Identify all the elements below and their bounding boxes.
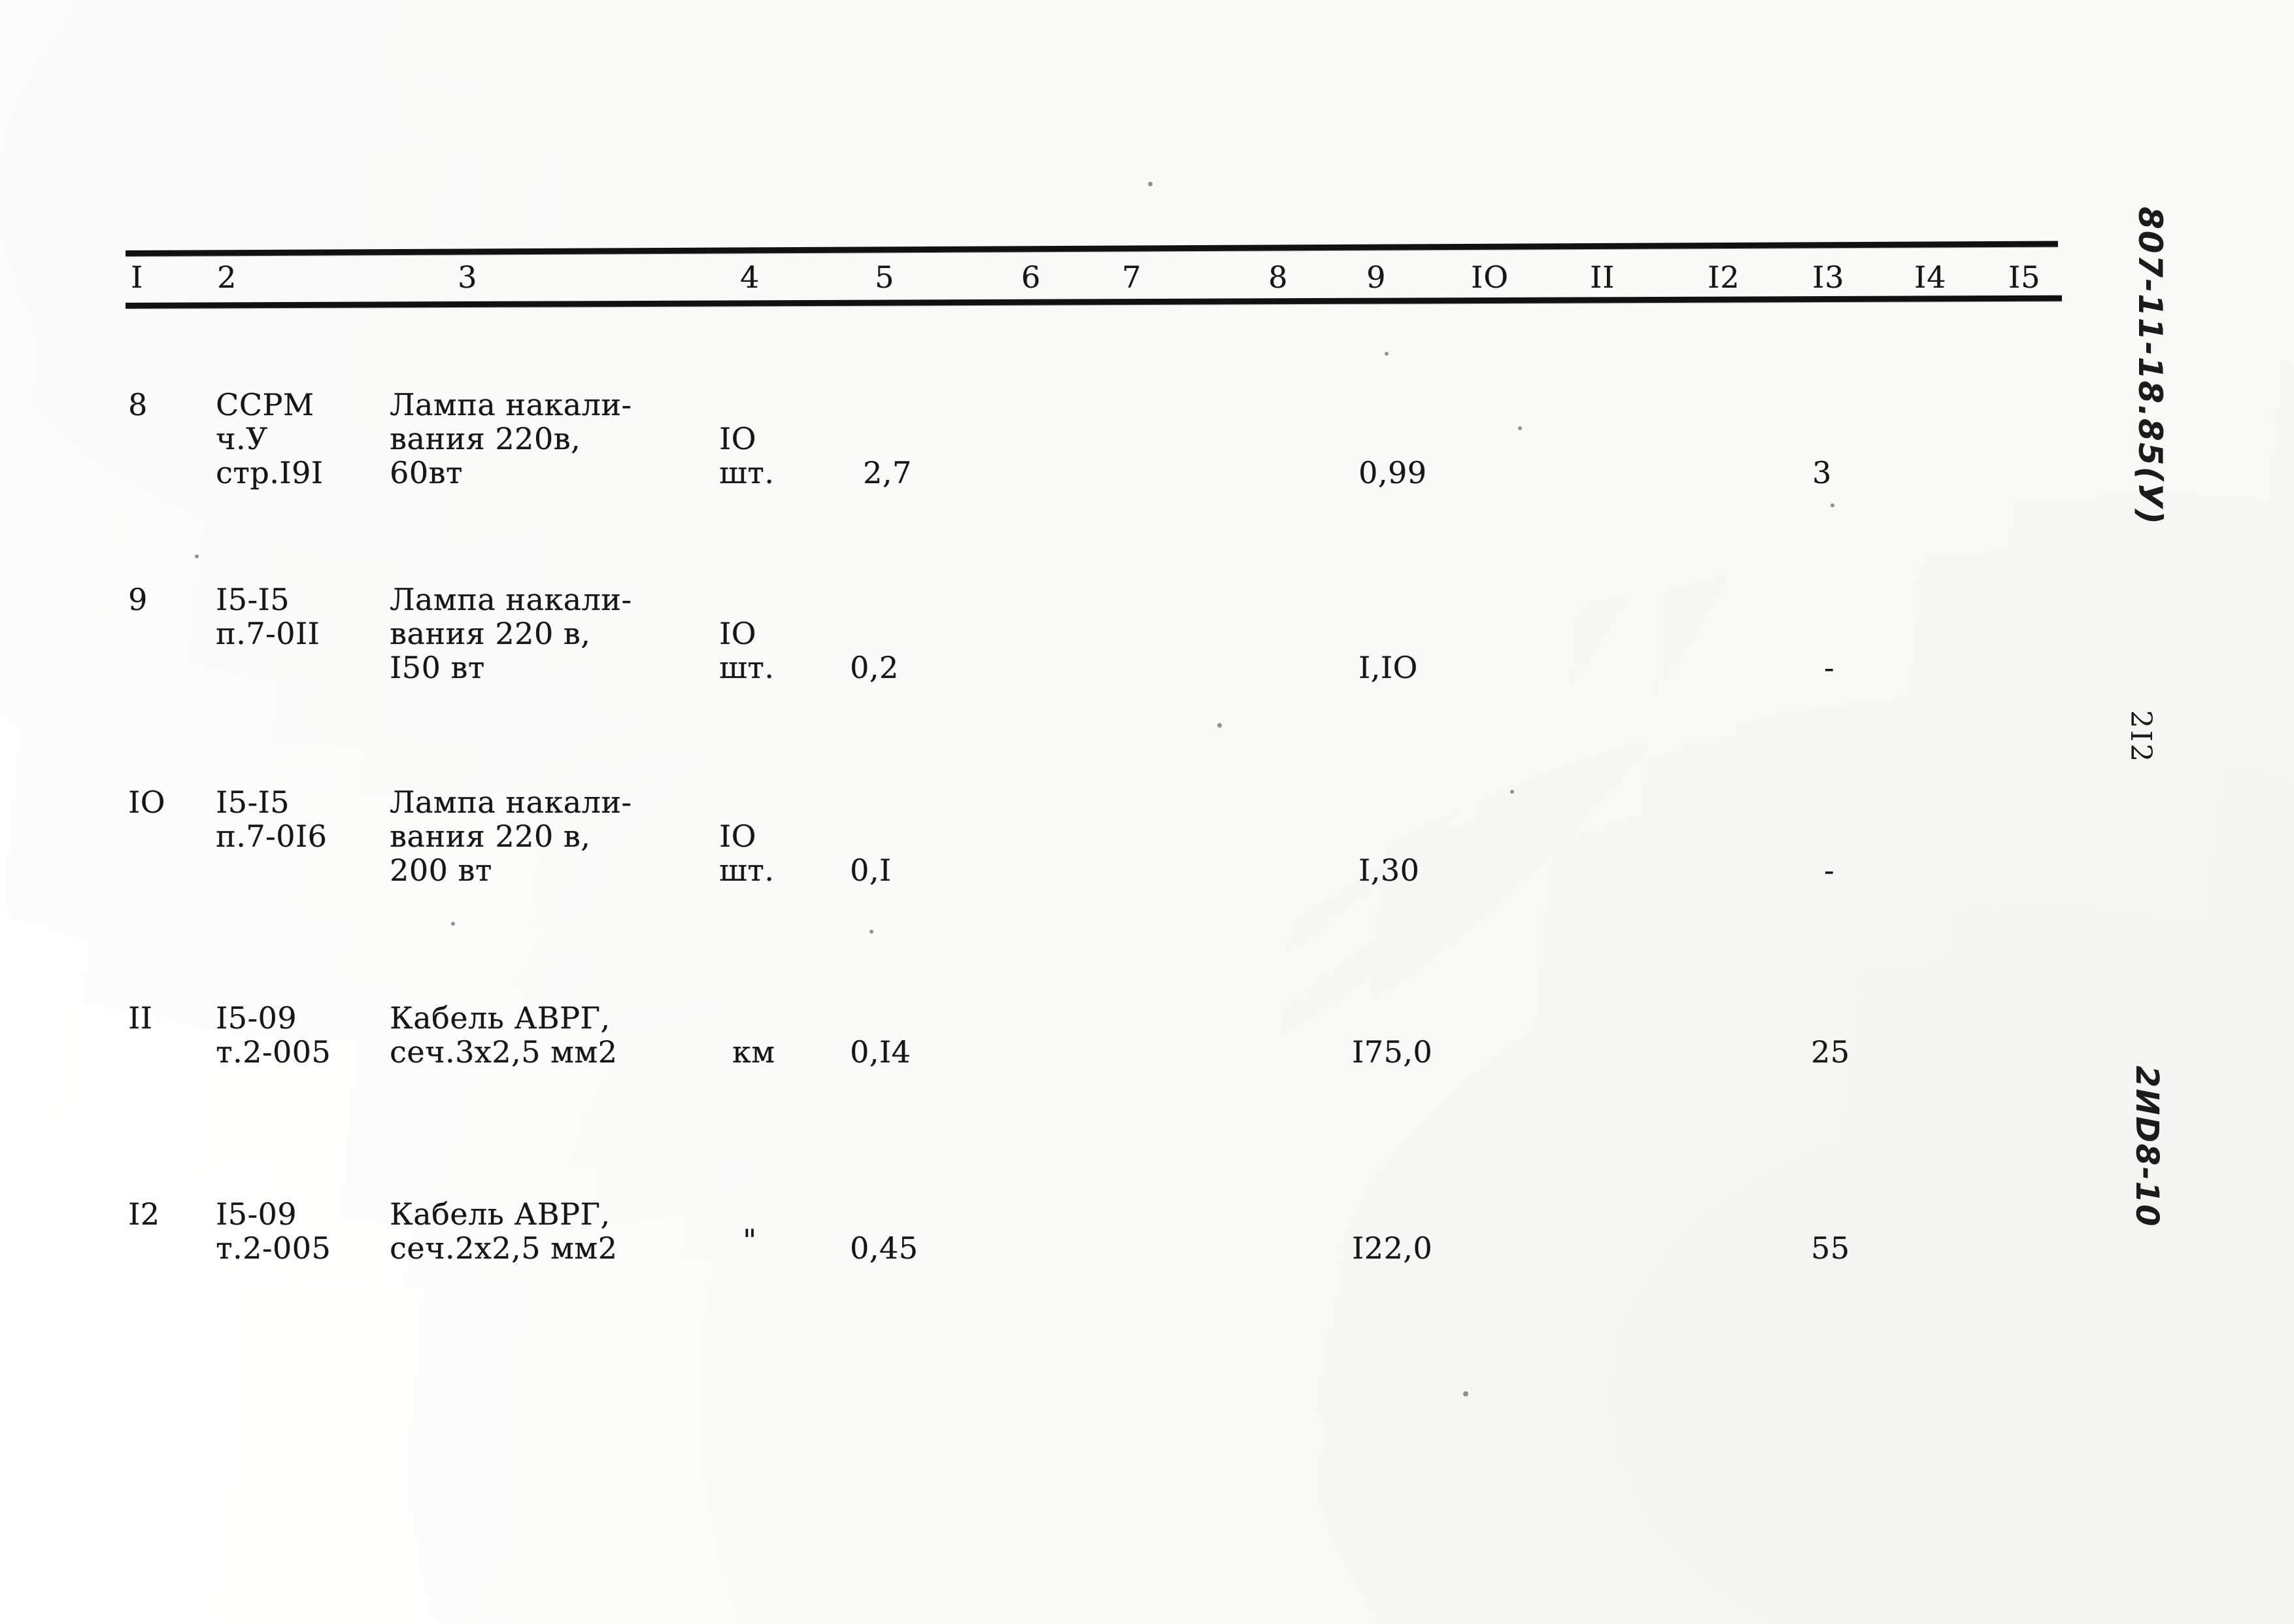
- row-col13: -: [1824, 853, 1835, 888]
- row-col13: -: [1824, 650, 1835, 685]
- row-code-line-1: I5-I5: [216, 582, 290, 617]
- row-code-line-2: п.7-0II: [216, 616, 320, 651]
- scan-speck: [1148, 182, 1153, 186]
- scan-speck: [1830, 503, 1834, 507]
- row-code-line-2: п.7-0I6: [216, 819, 328, 854]
- margin-note-page-number: 2I2: [2124, 710, 2157, 764]
- row-col9: I,IO: [1358, 650, 1418, 685]
- column-header-6: 6: [1021, 260, 1041, 295]
- scan-speck: [1463, 1391, 1468, 1396]
- row-name-line-2: вания 220 в,: [390, 819, 591, 854]
- scan-speck: [451, 922, 455, 926]
- row-name-line-2: сеч.3х2,5 мм2: [390, 1034, 618, 1070]
- row-qty: 2,7: [863, 455, 912, 490]
- row-number: 9: [128, 582, 148, 617]
- scan-speck: [1385, 352, 1389, 356]
- row-unit-line-2: шт.: [719, 455, 775, 490]
- row-col9: I22,0: [1352, 1230, 1433, 1266]
- column-header-3: 3: [458, 260, 478, 295]
- row-number: II: [128, 1000, 153, 1036]
- row-code-line-1: I5-09: [216, 1000, 297, 1036]
- row-code-line-2: т.2-005: [216, 1230, 331, 1266]
- column-header-7: 7: [1122, 260, 1142, 295]
- row-name-line-1: Лампа накали-: [390, 582, 632, 617]
- row-col9: 0,99: [1358, 455, 1427, 490]
- row-number: I2: [128, 1196, 160, 1232]
- column-header-12: I2: [1708, 260, 1740, 295]
- scan-speck: [869, 930, 873, 934]
- column-header-8: 8: [1268, 260, 1289, 295]
- row-number: 8: [128, 387, 148, 422]
- row-number: IO: [128, 785, 165, 820]
- row-code-line-1: I5-I5: [216, 785, 290, 820]
- column-header-13: I3: [1812, 260, 1845, 295]
- row-name-line-1: Лампа накали-: [390, 387, 632, 422]
- row-unit-line-1: IO: [719, 616, 756, 651]
- row-qty: 0,I4: [850, 1034, 911, 1070]
- row-name-line-3: 60вт: [390, 455, 463, 490]
- row-code-line-2: ч.У: [216, 421, 268, 456]
- column-header-1: I: [131, 260, 144, 295]
- column-header-14: I4: [1914, 260, 1947, 295]
- margin-note-reference: 2ИD8-10: [2129, 1066, 2165, 1228]
- row-qty: 0,45: [850, 1230, 919, 1266]
- column-header-10: IO: [1471, 260, 1509, 295]
- column-header-9: 9: [1366, 260, 1387, 295]
- cost-table: I 2 3 4 5 6 7 8 9 IO II I2 I3 I4 I5 8 СС…: [0, 0, 2294, 1624]
- row-col13: 3: [1812, 455, 1832, 490]
- column-header-4: 4: [740, 260, 760, 295]
- column-header-2: 2: [217, 260, 237, 295]
- row-name-line-1: Кабель АВРГ,: [390, 1196, 611, 1232]
- row-unit-line-1: IO: [719, 421, 756, 456]
- row-unit-line-2: шт.: [719, 650, 775, 685]
- row-name-line-3: 200 вт: [390, 853, 492, 888]
- table-header-bottom-rule: [125, 295, 2062, 309]
- row-col9: I75,0: [1352, 1034, 1433, 1070]
- row-code-line-2: т.2-005: [216, 1034, 331, 1070]
- column-header-11: II: [1590, 260, 1615, 295]
- row-name-line-2: сеч.2х2,5 мм2: [390, 1230, 618, 1266]
- row-col13: 55: [1811, 1230, 1850, 1266]
- row-name-line-1: Кабель АВРГ,: [390, 1000, 611, 1036]
- row-code-line-3: стр.I9I: [216, 455, 324, 490]
- scan-speck: [195, 554, 199, 558]
- margin-note-document-code: 807-11-18.85(У): [2131, 207, 2169, 526]
- table-top-rule: [125, 241, 2058, 256]
- row-unit-line-2: шт.: [719, 853, 775, 888]
- row-name-line-2: вания 220в,: [390, 421, 581, 456]
- scan-speck: [1510, 790, 1514, 794]
- row-code-line-1: ССРМ: [216, 387, 314, 422]
- row-code-line-1: I5-09: [216, 1196, 297, 1232]
- row-col9: I,30: [1358, 853, 1420, 888]
- row-unit-line-2: км: [732, 1034, 775, 1070]
- scan-speck: [1518, 426, 1522, 430]
- row-name-line-3: I50 вт: [390, 650, 485, 685]
- row-qty: 0,2: [850, 650, 899, 685]
- row-unit-ditto: ": [743, 1223, 757, 1258]
- row-unit-line-1: IO: [719, 819, 756, 854]
- column-header-5: 5: [875, 260, 895, 295]
- scan-speck: [1217, 723, 1222, 728]
- row-name-line-2: вания 220 в,: [390, 616, 591, 651]
- row-col13: 25: [1811, 1034, 1850, 1070]
- column-header-15: I5: [2008, 260, 2041, 295]
- row-name-line-1: Лампа накали-: [390, 785, 632, 820]
- document-page: I 2 3 4 5 6 7 8 9 IO II I2 I3 I4 I5 8 СС…: [0, 0, 2294, 1624]
- row-qty: 0,I: [850, 853, 892, 888]
